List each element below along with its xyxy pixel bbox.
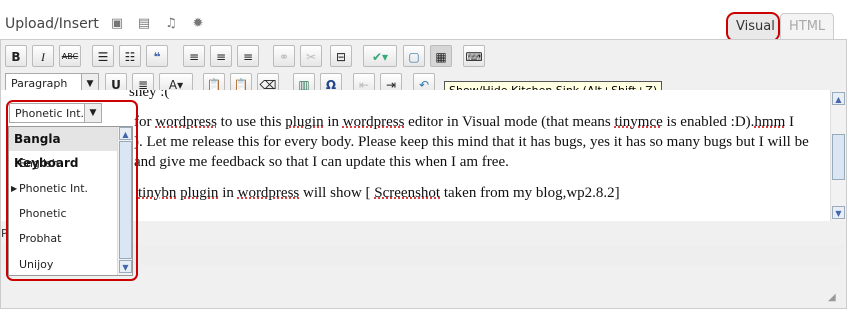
blockquote-button[interactable]: ❝ — [146, 45, 168, 67]
text: editor in Visual mode (that means — [404, 114, 615, 130]
tab-visual[interactable]: Visual — [726, 12, 780, 42]
content-line-4: and give me feedback so that I can updat… — [134, 154, 509, 170]
spellcheck-button[interactable]: ✔▾ — [363, 45, 397, 67]
scroll-thumb[interactable] — [119, 141, 132, 259]
keyboard-option-phonetic-int[interactable]: ▶ Phonetic Int. — [9, 176, 117, 201]
align-center-icon: ≡ — [215, 50, 227, 64]
keyboard-option-label: Unijoy — [19, 258, 54, 271]
italic-button[interactable]: I — [32, 45, 54, 67]
align-left-button[interactable]: ≡ — [183, 45, 205, 67]
text: I — [785, 114, 795, 130]
selected-arrow-icon: ▶ — [11, 184, 18, 193]
blockquote-icon: ❝ — [153, 50, 161, 64]
scroll-up-icon[interactable]: ▲ — [832, 92, 845, 105]
align-right-button[interactable]: ≡ — [237, 45, 259, 67]
keyboard-option-english[interactable]: English — [9, 151, 117, 176]
scroll-up-icon[interactable]: ▲ — [119, 127, 132, 140]
media-icon[interactable]: ✹ — [190, 16, 206, 32]
unlink-icon: ✂ — [305, 50, 317, 64]
upload-insert-label: Upload/Insert — [5, 16, 99, 32]
kitchen-sink-button[interactable]: ▦ — [430, 45, 452, 67]
text: wordpress — [342, 114, 405, 130]
link-icon: ⚭ — [278, 50, 290, 64]
numbered-list-button[interactable]: ☷ — [119, 45, 141, 67]
spellcheck-icon: ✔▾ — [371, 50, 389, 64]
content-line-3: ). Let me release this for every body. P… — [134, 134, 809, 150]
text: in — [218, 185, 238, 201]
content-line-2: for wordpress to use this plugin in word… — [134, 114, 794, 131]
chevron-down-icon: ▼ — [84, 104, 101, 122]
text: tinybn — [138, 185, 177, 201]
numbered-list-icon: ☷ — [124, 50, 136, 64]
more-tag-button[interactable]: ⊟ — [330, 45, 352, 67]
bullet-list-button[interactable]: ☰ — [92, 45, 114, 67]
more-tag-icon: ⊟ — [335, 50, 347, 64]
content-line-5: tinybn plugin in wordpress will show [ S… — [138, 185, 620, 202]
bold-button[interactable]: B — [5, 45, 27, 67]
align-left-icon: ≡ — [188, 50, 200, 64]
unlink-button[interactable]: ✂ — [300, 45, 322, 67]
text: plugin — [285, 114, 324, 130]
text: tinymce — [614, 114, 663, 130]
fullscreen-button[interactable]: ▢ — [403, 45, 425, 67]
scroll-down-icon[interactable]: ▼ — [832, 206, 845, 219]
scroll-down-icon[interactable]: ▼ — [119, 260, 132, 273]
text: in — [323, 114, 343, 130]
bullet-list-icon: ☰ — [97, 50, 109, 64]
editor-header: Upload/Insert ▣ ▤ ♫ ✹ Visual HTML — [0, 0, 847, 42]
keyboard-option-label: Phonetic Int. — [19, 182, 89, 195]
toolbar-row-1: B I ABC ☰ ☷ ❝ ≡ ≡ ≡ ⚭ ✂ ⊟ ✔▾ ▢ ▦ ⌨ — [3, 45, 503, 71]
insert-keyboard-button[interactable]: ⌨ — [463, 45, 485, 67]
text: Screenshot — [374, 185, 441, 201]
keyboard-menu-header: Bangla Keyboard — [9, 127, 117, 170]
text: plugin — [180, 185, 219, 201]
keyboard-select[interactable]: Phonetic Int. ▼ — [9, 103, 102, 123]
link-button[interactable]: ⚭ — [273, 45, 295, 67]
keyboard-option-phonetic[interactable]: Phonetic — [9, 201, 117, 226]
keyboard-option-label: Probhat — [19, 232, 62, 245]
video-icon[interactable]: ▤ — [136, 16, 152, 32]
fullscreen-icon: ▢ — [408, 50, 420, 64]
format-select-value: Paragraph — [11, 77, 68, 90]
keyboard-option-probhat[interactable]: Probhat — [9, 226, 117, 251]
strikethrough-button[interactable]: ABC — [59, 45, 81, 67]
image-icon[interactable]: ▣ — [109, 16, 125, 32]
text: wordpress — [237, 185, 300, 201]
text: wordpress — [155, 114, 217, 130]
scroll-thumb[interactable] — [832, 134, 845, 180]
content-scrollbar[interactable]: ▲ ▼ — [830, 90, 846, 221]
keyboard-option-label: Phonetic — [19, 207, 67, 220]
content-line-1: sney :( — [129, 90, 170, 100]
text: is enabled :D). — [662, 114, 755, 130]
text: will show [ — [299, 185, 375, 201]
keyboard-select-value: Phonetic Int. — [15, 107, 85, 120]
audio-icon[interactable]: ♫ — [163, 16, 179, 32]
keyboard-option-label: English — [19, 157, 59, 170]
text: taken from my blog,wp2.8.2] — [440, 185, 620, 201]
keyboard-menu: Bangla Keyboard English ▶ Phonetic Int. P… — [8, 126, 133, 276]
keyboard-icon: ⌨ — [465, 50, 483, 64]
tab-html[interactable]: HTML — [780, 13, 834, 40]
text: hmm — [754, 114, 786, 130]
keyboard-menu-scrollbar[interactable]: ▲ ▼ — [117, 127, 132, 275]
resize-grip-icon[interactable]: ◢ — [828, 292, 842, 306]
keyboard-option-unijoy[interactable]: Unijoy — [9, 252, 117, 275]
align-right-icon: ≡ — [242, 50, 254, 64]
align-center-button[interactable]: ≡ — [210, 45, 232, 67]
text: to use this — [216, 114, 286, 130]
kitchen-sink-icon: ▦ — [435, 50, 447, 64]
